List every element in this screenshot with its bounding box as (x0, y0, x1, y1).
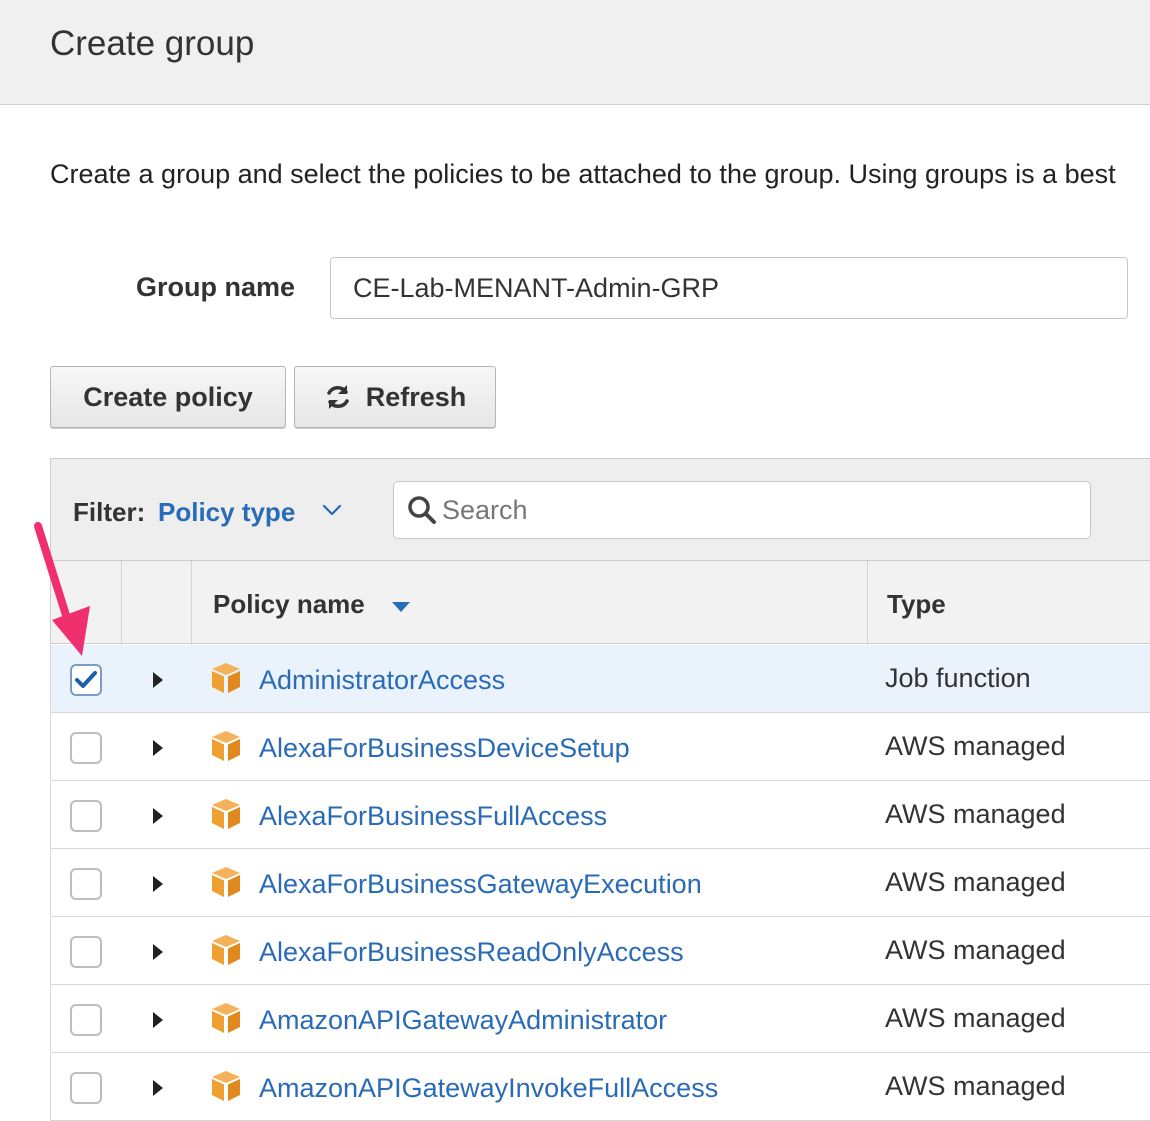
policy-type: Job function (885, 663, 1031, 693)
filter-policy-type-dropdown[interactable]: Policy type (158, 497, 295, 528)
caret-right-icon[interactable] (151, 875, 165, 893)
row-checkbox[interactable] (70, 732, 102, 764)
search-icon (408, 496, 436, 524)
policy-type: AWS managed (885, 731, 1066, 761)
policy-type: AWS managed (885, 867, 1066, 897)
policy-name-link[interactable]: AmazonAPIGatewayInvokeFullAccess (259, 1073, 718, 1104)
policy-box-icon (212, 1003, 240, 1033)
policy-type: AWS managed (885, 1003, 1066, 1033)
row-checkbox[interactable] (70, 1072, 102, 1104)
column-separator (867, 561, 868, 645)
search-input[interactable] (442, 482, 1082, 538)
group-name-label: Group name (136, 272, 296, 302)
policy-box-icon (212, 731, 240, 761)
policy-box-icon (212, 799, 240, 829)
policy-box-icon (212, 867, 240, 897)
table-row[interactable]: AmazonAPIGatewayAdministrator AWS managed (50, 985, 1150, 1053)
policy-type: AWS managed (885, 799, 1066, 829)
policy-name-link[interactable]: AlexaForBusinessGatewayExecution (259, 869, 702, 900)
row-checkbox[interactable] (70, 868, 102, 900)
arrow-annotation (34, 522, 90, 656)
column-header-policy-name[interactable]: Policy name (213, 589, 365, 620)
filter-bar: Filter: Policy type (50, 458, 1150, 560)
policy-box-icon (212, 935, 240, 965)
refresh-label: Refresh (365, 381, 467, 412)
table-header: Policy name Type (50, 560, 1150, 645)
create-policy-button[interactable]: Create policy (50, 366, 286, 428)
table-row[interactable]: AlexaForBusinessReadOnlyAccess AWS manage… (50, 917, 1150, 985)
policy-name-link[interactable]: AlexaForBusinessFullAccess (259, 801, 607, 832)
group-name-input[interactable] (330, 257, 1128, 319)
caret-right-icon[interactable] (151, 1079, 165, 1097)
refresh-icon (326, 385, 349, 409)
caret-right-icon[interactable] (151, 943, 165, 961)
policy-name-link[interactable]: AlexaForBusinessReadOnlyAccess (259, 937, 684, 968)
caret-right-icon[interactable] (151, 807, 165, 825)
caret-right-icon[interactable] (151, 739, 165, 757)
row-checkbox[interactable] (70, 936, 102, 968)
table-row[interactable]: AdministratorAccess Job function (50, 645, 1150, 713)
policy-box-icon (212, 663, 240, 693)
intro-text: Create a group and select the policies t… (50, 159, 1116, 189)
table-row[interactable]: AlexaForBusinessDeviceSetup AWS managed (50, 713, 1150, 781)
column-header-type[interactable]: Type (887, 589, 946, 620)
sort-desc-icon[interactable] (391, 601, 411, 613)
table-row[interactable]: AmazonAPIGatewayInvokeFullAccess AWS mana… (50, 1053, 1150, 1121)
caret-right-icon[interactable] (151, 671, 165, 689)
table-row[interactable]: AlexaForBusinessGatewayExecution AWS mana… (50, 849, 1150, 917)
policy-name-link[interactable]: AdministratorAccess (259, 665, 505, 696)
page-title: Create group (50, 24, 255, 63)
policy-type: AWS managed (885, 1071, 1066, 1101)
column-separator (191, 561, 192, 645)
column-separator (121, 561, 122, 645)
policy-type: AWS managed (885, 935, 1066, 965)
row-checkbox[interactable] (70, 1004, 102, 1036)
search-box[interactable] (393, 481, 1091, 539)
create-policy-label: Create policy (83, 381, 253, 412)
page-header: Create group (0, 0, 1150, 105)
refresh-button[interactable]: Refresh (294, 366, 496, 428)
policy-box-icon (212, 1071, 240, 1101)
policy-name-link[interactable]: AmazonAPIGatewayAdministrator (259, 1005, 667, 1036)
policy-name-link[interactable]: AlexaForBusinessDeviceSetup (259, 733, 630, 764)
row-checkbox[interactable] (70, 800, 102, 832)
table-row[interactable]: AlexaForBusinessFullAccess AWS managed (50, 781, 1150, 849)
caret-right-icon[interactable] (151, 1011, 165, 1029)
chevron-down-icon[interactable] (321, 503, 343, 517)
